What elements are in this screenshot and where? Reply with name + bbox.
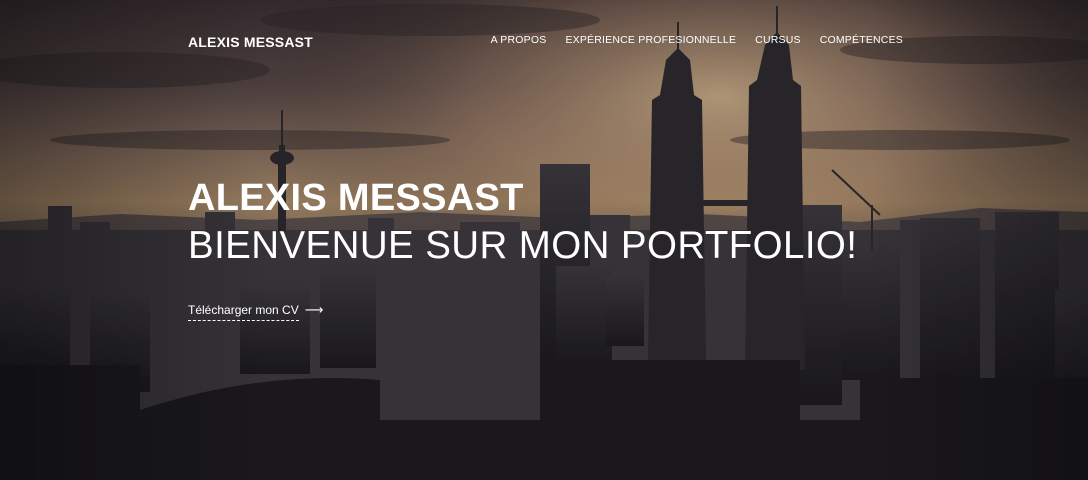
hero-section: ALEXIS MESSAST A PROPOS EXPÉRIENCE PROFE… bbox=[0, 0, 1088, 480]
nav-link-experience[interactable]: EXPÉRIENCE PROFESIONNELLE bbox=[565, 34, 736, 46]
nav-menu: A PROPOS EXPÉRIENCE PROFESIONNELLE CURSU… bbox=[491, 34, 903, 46]
nav-link-competences[interactable]: COMPÉTENCES bbox=[820, 34, 903, 46]
hero-subtitle: BIENVENUE SUR MON PORTFOLIO! bbox=[188, 224, 858, 267]
top-navbar: ALEXIS MESSAST A PROPOS EXPÉRIENCE PROFE… bbox=[0, 0, 1088, 80]
nav-link-a-propos[interactable]: A PROPOS bbox=[491, 34, 547, 46]
download-cv-link[interactable]: Télécharger mon CV ⟶ bbox=[188, 302, 324, 321]
arrow-right-icon: ⟶ bbox=[304, 302, 324, 317]
nav-link-cursus[interactable]: CURSUS bbox=[755, 34, 801, 46]
brand-logo-link[interactable]: ALEXIS MESSAST bbox=[188, 34, 313, 50]
hero-title: ALEXIS MESSAST bbox=[188, 177, 524, 219]
download-cv-label: Télécharger mon CV bbox=[188, 303, 299, 321]
